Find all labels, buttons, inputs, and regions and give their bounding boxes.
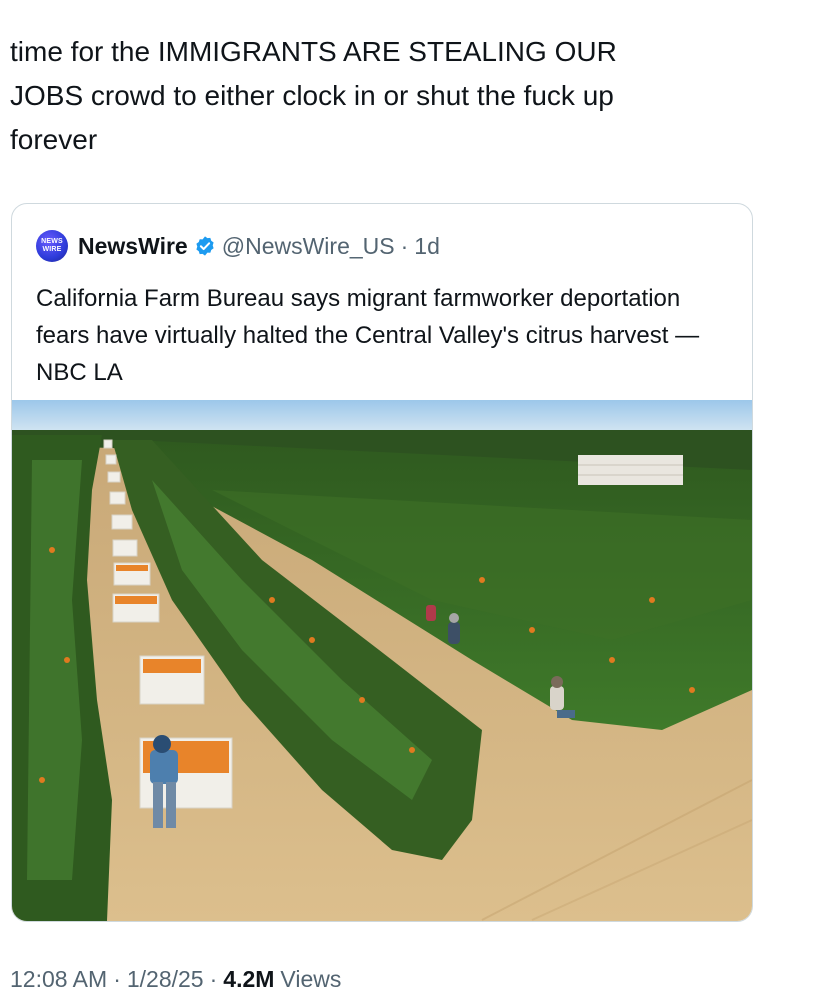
separator-dot: · [400,232,409,259]
views-count: 4.2M [223,966,275,992]
tweet-meta: 12:08 AM · 1/28/25 · 4.2M Views [10,966,341,993]
avatar[interactable]: NEWS WIRE [36,230,68,262]
post-time[interactable]: 12:08 AM [10,966,107,993]
post-time-ago[interactable]: 1d [414,233,440,260]
separator-dot: · [209,966,218,992]
post-date[interactable]: 1/28/25 [127,966,204,993]
quoted-post-header: NEWS WIRE NewsWire @NewsWire_US · 1d [36,230,440,262]
citrus-orchard-photo[interactable] [12,400,752,921]
author-handle[interactable]: @NewsWire_US [222,233,395,260]
separator-dot: · [113,966,121,992]
verified-badge-icon [196,236,214,256]
quoted-post-card[interactable]: NEWS WIRE NewsWire @NewsWire_US · 1d Cal… [11,203,753,922]
tweet-text: time for the IMMIGRANTS ARE STEALING OUR… [10,36,617,155]
quoted-post-text: California Farm Bureau says migrant farm… [36,285,700,386]
views-label: Views [280,966,342,992]
author-name[interactable]: NewsWire [78,233,188,260]
